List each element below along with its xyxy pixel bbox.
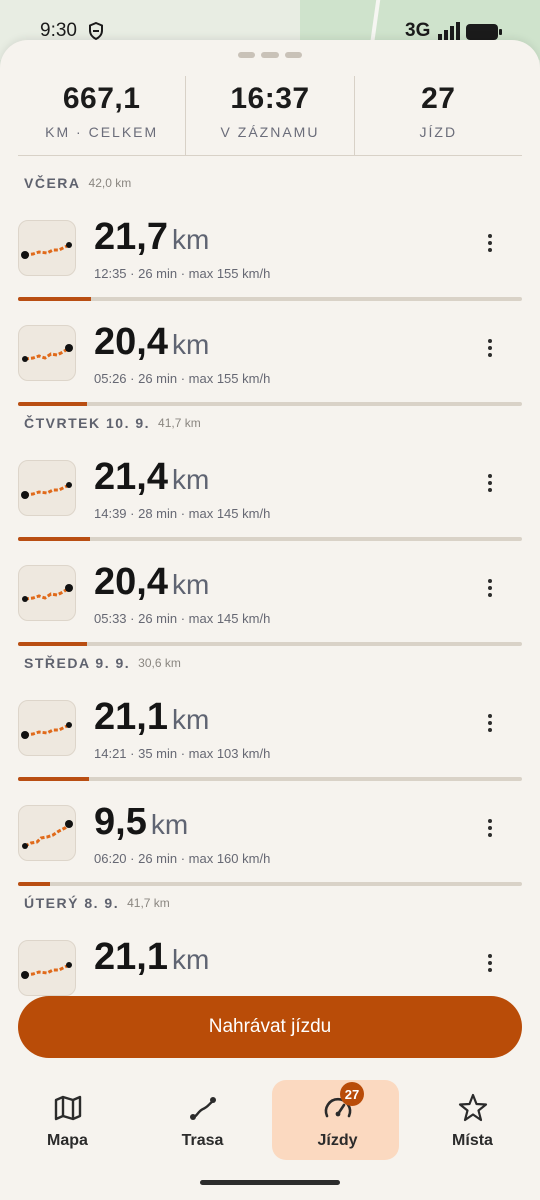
stat-label: KM · CELKEM (45, 124, 159, 140)
sheet-drag-handle[interactable] (238, 52, 302, 58)
ride-meta: 14:21 · 35 min · max 103 km/h (94, 746, 271, 761)
ride-progress-fill (18, 297, 92, 301)
ride-meta: 14:39 · 28 min · max 145 km/h (94, 506, 271, 521)
day-header: VČERA 42,0 km (0, 168, 540, 198)
ride-distance: 9,5 km (94, 801, 189, 843)
ride-progress-fill (18, 777, 90, 781)
nav-label: Místa (452, 1132, 493, 1149)
nav-label: Trasa (181, 1132, 224, 1149)
day-total: 41,7 km (158, 416, 201, 430)
ride-distance: 20,4 km (94, 321, 210, 363)
ride-meta: 12:35 · 26 min · max 155 km/h (94, 266, 271, 281)
nav-item-places[interactable]: Místa (405, 1076, 540, 1166)
rides-count-badge: 27 (340, 1082, 364, 1106)
ride-unit: km (150, 809, 189, 840)
ride-unit: km (171, 464, 210, 495)
record-ride-button[interactable]: Nahrávat jízdu (18, 996, 522, 1058)
ride-item[interactable]: 9,5 km 06:20 · 26 min · max 160 km/h (0, 783, 540, 888)
ride-list[interactable]: VČERA 42,0 km 21,7 km 12:35 · 26 min · ma… (0, 168, 540, 998)
signal-icon (438, 22, 460, 40)
route-thumbnail (18, 700, 76, 756)
map-icon (54, 1095, 81, 1121)
ride-progress-fill (18, 642, 87, 646)
more-vert-icon[interactable] (480, 714, 500, 738)
nav-item-route[interactable]: Trasa (135, 1076, 270, 1166)
stat-label: V ZÁZNAMU (220, 124, 320, 140)
stat-value: 16:37 (230, 82, 310, 115)
nav-item-map[interactable]: Mapa (0, 1076, 135, 1166)
day-title: STŘEDA 9. 9. (24, 655, 131, 671)
day-title: VČERA (24, 175, 81, 191)
ride-distance: 21,1 km (94, 696, 210, 738)
more-vert-icon[interactable] (480, 234, 500, 258)
day-total: 30,6 km (138, 656, 181, 670)
ride-progress-bar (18, 537, 522, 541)
stat-value: 667,1 (62, 82, 141, 115)
network-type: 3G (405, 20, 431, 41)
route-thumbnail (18, 325, 76, 381)
ride-progress-bar (18, 777, 522, 781)
nav-label: Jízdy (317, 1132, 358, 1149)
day-header: ÚTERÝ 8. 9. 41,7 km (0, 888, 540, 918)
day-title: ÚTERÝ 8. 9. (24, 895, 120, 911)
ride-progress-fill (18, 882, 50, 886)
ride-unit: km (171, 704, 210, 735)
more-vert-icon[interactable] (480, 819, 500, 843)
day-total: 42,0 km (88, 176, 132, 190)
ride-meta: 06:20 · 26 min · max 160 km/h (94, 851, 271, 866)
route-thumbnail (18, 565, 76, 621)
ride-unit: km (171, 224, 210, 255)
stat-label: JÍZD (419, 124, 458, 140)
bottom-navigation: Mapa Trasa 27 Jízdy Místa (0, 1076, 540, 1166)
ride-item[interactable]: 20,4 km 05:33 · 26 min · max 145 km/h (0, 543, 540, 648)
nav-item-rides[interactable]: 27 Jízdy (270, 1076, 405, 1166)
day-header: STŘEDA 9. 9. 30,6 km (0, 648, 540, 678)
ride-unit: km (171, 329, 210, 360)
ride-item[interactable]: 21,4 km 14:39 · 28 min · max 145 km/h (0, 438, 540, 543)
route-thumbnail (18, 220, 76, 276)
more-vert-icon[interactable] (480, 339, 500, 363)
ride-unit: km (171, 944, 210, 975)
status-time: 9:30 (40, 20, 77, 41)
ride-progress-bar (18, 882, 522, 886)
gesture-bar (200, 1180, 340, 1185)
ride-progress-bar (18, 297, 522, 301)
ride-item[interactable]: 21,1 km 14:21 · 35 min · max 103 km/h (0, 678, 540, 783)
day-header: ČTVRTEK 10. 9. 41,7 km (0, 408, 540, 438)
stat-value: 27 (421, 82, 456, 115)
battery-icon (466, 24, 502, 40)
route-icon (189, 1097, 216, 1120)
ride-distance: 21,4 km (94, 456, 210, 498)
stat-total-km: 667,1 KM · CELKEM (18, 76, 185, 155)
more-vert-icon[interactable] (480, 954, 500, 978)
ride-distance: 21,1 km (94, 936, 210, 978)
shield-icon (89, 22, 103, 40)
ride-progress-fill (18, 537, 91, 541)
ride-progress-bar (18, 642, 522, 646)
stat-recorded-time: 16:37 V ZÁZNAMU (185, 76, 353, 155)
ride-meta: 05:33 · 26 min · max 145 km/h (94, 611, 271, 626)
summary-stats: 667,1 KM · CELKEM 16:37 V ZÁZNAMU 27 JÍZ… (18, 76, 522, 156)
ride-item[interactable]: 21,7 km 12:35 · 26 min · max 155 km/h (0, 198, 540, 303)
ride-distance: 21,7 km (94, 216, 210, 258)
nav-label: Mapa (47, 1132, 88, 1149)
ride-distance: 20,4 km (94, 561, 210, 603)
day-title: ČTVRTEK 10. 9. (24, 415, 151, 431)
route-thumbnail (18, 460, 76, 516)
stat-ride-count: 27 JÍZD (353, 76, 522, 155)
rides-sheet: 667,1 KM · CELKEM 16:37 V ZÁZNAMU 27 JÍZ… (0, 40, 540, 1200)
ride-meta: 05:26 · 26 min · max 155 km/h (94, 371, 271, 386)
ride-unit: km (171, 569, 210, 600)
ride-item[interactable]: 21,1 km (0, 918, 540, 998)
more-vert-icon[interactable] (480, 579, 500, 603)
day-total: 41,7 km (127, 896, 170, 910)
route-thumbnail (18, 805, 76, 861)
ride-progress-bar (18, 402, 522, 406)
route-thumbnail (18, 940, 76, 996)
more-vert-icon[interactable] (480, 474, 500, 498)
ride-item[interactable]: 20,4 km 05:26 · 26 min · max 155 km/h (0, 303, 540, 408)
star-icon (458, 1093, 487, 1122)
ride-progress-fill (18, 402, 87, 406)
